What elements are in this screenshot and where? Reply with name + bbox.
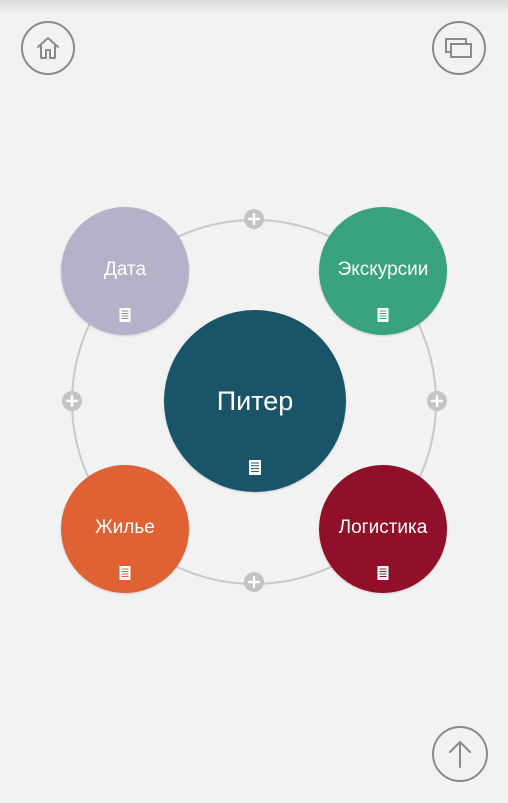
home-button[interactable] xyxy=(21,21,75,75)
plus-icon xyxy=(248,213,260,225)
mindmap-screen: Дата Экскурсии Жилье Логистика Питер xyxy=(0,0,508,803)
windows-icon xyxy=(445,38,472,58)
home-icon xyxy=(37,37,59,59)
node-date-label: Дата xyxy=(103,259,147,280)
node-center[interactable]: Питер xyxy=(164,310,346,492)
note-icon xyxy=(119,308,131,322)
status-bar-shadow xyxy=(0,0,508,14)
node-date[interactable]: Дата xyxy=(61,207,189,335)
plus-icon xyxy=(66,395,78,407)
scroll-up-button[interactable] xyxy=(432,726,488,782)
windows-button[interactable] xyxy=(432,21,486,75)
node-housing[interactable]: Жилье xyxy=(61,465,189,593)
node-center-label: Питер xyxy=(216,386,294,416)
node-housing-label: Жилье xyxy=(95,517,155,538)
plus-icon xyxy=(248,576,260,588)
arrow-up-icon xyxy=(449,741,471,768)
add-node-right-button[interactable] xyxy=(427,391,447,411)
note-icon xyxy=(377,566,389,580)
note-icon xyxy=(377,308,389,322)
note-icon xyxy=(249,460,261,475)
node-logistics[interactable]: Логистика xyxy=(319,465,447,593)
plus-icon xyxy=(431,395,443,407)
add-node-bottom-button[interactable] xyxy=(244,572,264,592)
add-node-left-button[interactable] xyxy=(62,391,82,411)
node-logistics-label: Логистика xyxy=(338,517,428,538)
add-node-top-button[interactable] xyxy=(244,209,264,229)
node-excursions[interactable]: Экскурсии xyxy=(319,207,447,335)
note-icon xyxy=(119,566,131,580)
node-excursions-label: Экскурсии xyxy=(337,259,429,280)
